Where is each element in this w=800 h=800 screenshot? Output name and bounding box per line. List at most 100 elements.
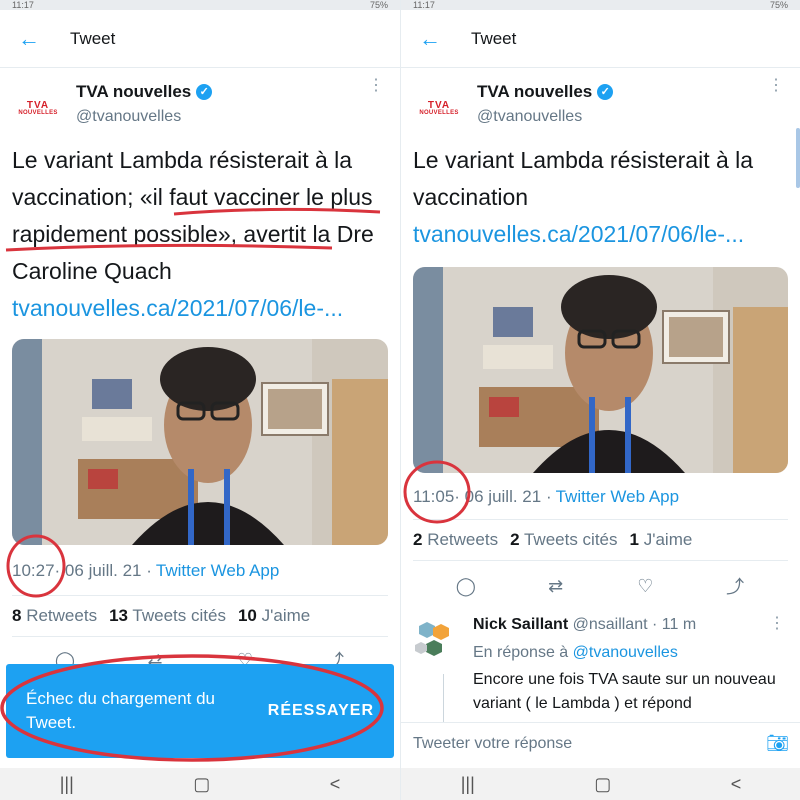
error-snackbar: Échec du chargement du Tweet. RÉESSAYER (6, 664, 394, 758)
more-icon[interactable]: ⋮ (768, 78, 784, 94)
status-battery: 75% (369, 0, 388, 10)
back-arrow-icon[interactable]: ← (18, 26, 52, 52)
page-title: Tweet (70, 28, 116, 48)
tweet-meta: 10:27 · 06 juill. 21 · Twitter Web App (0, 561, 400, 581)
reply-text: Encore une fois TVA saute sur un nouveau… (473, 671, 776, 712)
likes-stat[interactable]: 10 J'aime (238, 606, 310, 626)
quotes-stat[interactable]: 13 Tweets cités (109, 606, 226, 626)
scrollbar[interactable] (796, 128, 800, 188)
retweets-stat[interactable]: 8 Retweets (12, 606, 97, 626)
quotes-count: 2 (510, 530, 520, 549)
snackbar-message: Échec du chargement du Tweet. (26, 689, 216, 732)
tweet-source[interactable]: Twitter Web App (156, 561, 279, 581)
top-bar: ← Tweet (0, 10, 400, 68)
compose-bar[interactable]: Tweeter votre réponse 📷︎ (401, 722, 800, 764)
quotes-stat[interactable]: 2 Tweets cités (510, 530, 617, 550)
video-frame-image (12, 339, 388, 545)
author-name[interactable]: TVA nouvelles ✓ (477, 82, 614, 102)
likes-label: J'aime (261, 606, 311, 625)
status-bar: 11:17 75% (401, 0, 800, 10)
author-name-text: TVA nouvelles (477, 82, 593, 101)
tweet-date: · 06 juill. 21 · (54, 561, 152, 580)
tva-logo[interactable]: TVA NOUVELLES (12, 82, 64, 134)
recents-icon[interactable]: ||| (461, 774, 475, 795)
tweet-text: Le variant Lambda résisterait à la vacci… (0, 134, 400, 327)
status-time: 11:17 (12, 0, 34, 10)
quotes-label: Tweets cités (523, 530, 618, 549)
quotes-label: Tweets cités (132, 606, 226, 625)
author-handle[interactable]: @tvanouvelles (477, 108, 613, 126)
logo-text-2: NOUVELLES (419, 110, 459, 116)
tweet-text: Le variant Lambda résisterait à la vacci… (401, 134, 800, 253)
status-bar: 11:17 75% (0, 0, 400, 10)
tweet-date: · 06 juill. 21 · (454, 487, 552, 506)
reply-tweet[interactable]: Nick Saillant @nsaillant · 11 m En répon… (401, 616, 800, 724)
verified-icon: ✓ (196, 84, 213, 100)
share-icon[interactable]: ⤴ (715, 573, 755, 599)
tweet-body: Le variant Lambda résisterait à la vacci… (12, 147, 374, 284)
back-nav-icon[interactable]: < (330, 774, 341, 795)
more-icon[interactable]: ⋮ (769, 616, 785, 632)
android-nav-bar: ||| ▢ < (401, 768, 800, 800)
home-icon[interactable]: ▢ (594, 774, 611, 795)
retweets-label: Retweets (427, 530, 499, 549)
tweet-video[interactable] (413, 267, 788, 473)
tweet-meta: 11:05 · 06 juill. 21 · Twitter Web App (401, 487, 800, 507)
page-title: Tweet (471, 28, 517, 48)
tweet-time: 10:27 (12, 561, 55, 580)
status-time: 11:17 (413, 0, 435, 10)
retweets-stat[interactable]: 2 Retweets (413, 530, 498, 550)
tweet-link[interactable]: tvanouvelles.ca/2021/07/06/le-... (413, 221, 744, 247)
tweet-video[interactable] (12, 339, 388, 545)
more-icon[interactable]: ⋮ (368, 78, 384, 94)
camera-icon[interactable]: 📷︎ (766, 733, 789, 754)
tweet-time: 11:05 (413, 487, 455, 506)
verified-icon: ✓ (597, 84, 614, 100)
retweets-count: 8 (12, 606, 22, 625)
likes-stat[interactable]: 1 J'aime (630, 530, 693, 550)
thread-line (443, 674, 444, 724)
logo-text-2: NOUVELLES (18, 110, 58, 116)
back-arrow-icon[interactable]: ← (419, 26, 453, 52)
android-nav-bar: ||| ▢ < (0, 768, 400, 800)
top-bar: ← Tweet (401, 10, 800, 68)
tweet-source[interactable]: Twitter Web App (556, 487, 679, 507)
tweet-body: Le variant Lambda résisterait à la vacci… (413, 147, 754, 210)
retweets-label: Retweets (26, 606, 98, 625)
author-handle[interactable]: @tvanouvelles (76, 108, 212, 126)
tweet-header: TVA NOUVELLES TVA nouvelles ✓ @tvanouvel… (0, 68, 400, 134)
likes-label: J'aime (643, 530, 693, 549)
author-name[interactable]: TVA nouvelles ✓ (76, 82, 213, 102)
quotes-count: 13 (109, 606, 128, 625)
in-reply-to: En réponse à @tvanouvelles (473, 644, 783, 662)
retweet-icon[interactable]: ⇄ (536, 576, 576, 597)
reply-author[interactable]: Nick Saillant @nsaillant · 11 m (473, 616, 783, 634)
reply-author-name: Nick Saillant (473, 616, 569, 633)
reply-input[interactable]: Tweeter votre réponse (413, 735, 572, 753)
action-bar: ◯ ⇄ ♡ ⤴ (401, 561, 800, 599)
reply-handle-time: @nsaillant · 11 m (568, 616, 697, 633)
in-reply-prefix: En réponse à (473, 644, 573, 661)
likes-count: 1 (629, 530, 639, 549)
tva-logo[interactable]: TVA NOUVELLES (413, 82, 465, 134)
tweet-stats: 8 Retweets 13 Tweets cités 10 J'aime (0, 596, 400, 636)
screenshot-comparison: 11:17 75% ← Tweet TVA NOUVELLES TVA nouv… (0, 0, 800, 800)
in-reply-handle[interactable]: @tvanouvelles (573, 644, 678, 661)
avatar[interactable] (413, 620, 455, 662)
reply-icon[interactable]: ◯ (446, 576, 486, 597)
likes-count: 10 (237, 606, 257, 625)
status-battery: 75% (769, 0, 788, 10)
author-name-text: TVA nouvelles (76, 82, 192, 101)
retry-button[interactable]: RÉESSAYER (268, 702, 374, 720)
back-nav-icon[interactable]: < (731, 774, 742, 795)
left-screen: 11:17 75% ← Tweet TVA NOUVELLES TVA nouv… (0, 0, 400, 800)
tweet-link[interactable]: tvanouvelles.ca/2021/07/06/le-... (12, 295, 343, 321)
home-icon[interactable]: ▢ (193, 774, 210, 795)
video-frame-image (413, 267, 788, 473)
like-icon[interactable]: ♡ (625, 576, 665, 597)
retweets-count: 2 (413, 530, 423, 549)
tweet-stats: 2 Retweets 2 Tweets cités 1 J'aime (401, 520, 800, 560)
recents-icon[interactable]: ||| (60, 774, 74, 795)
tweet-header: TVA NOUVELLES TVA nouvelles ✓ @tvanouvel… (401, 68, 800, 134)
right-screen: 11:17 75% ← Tweet TVA NOUVELLES TVA nouv… (400, 0, 800, 800)
